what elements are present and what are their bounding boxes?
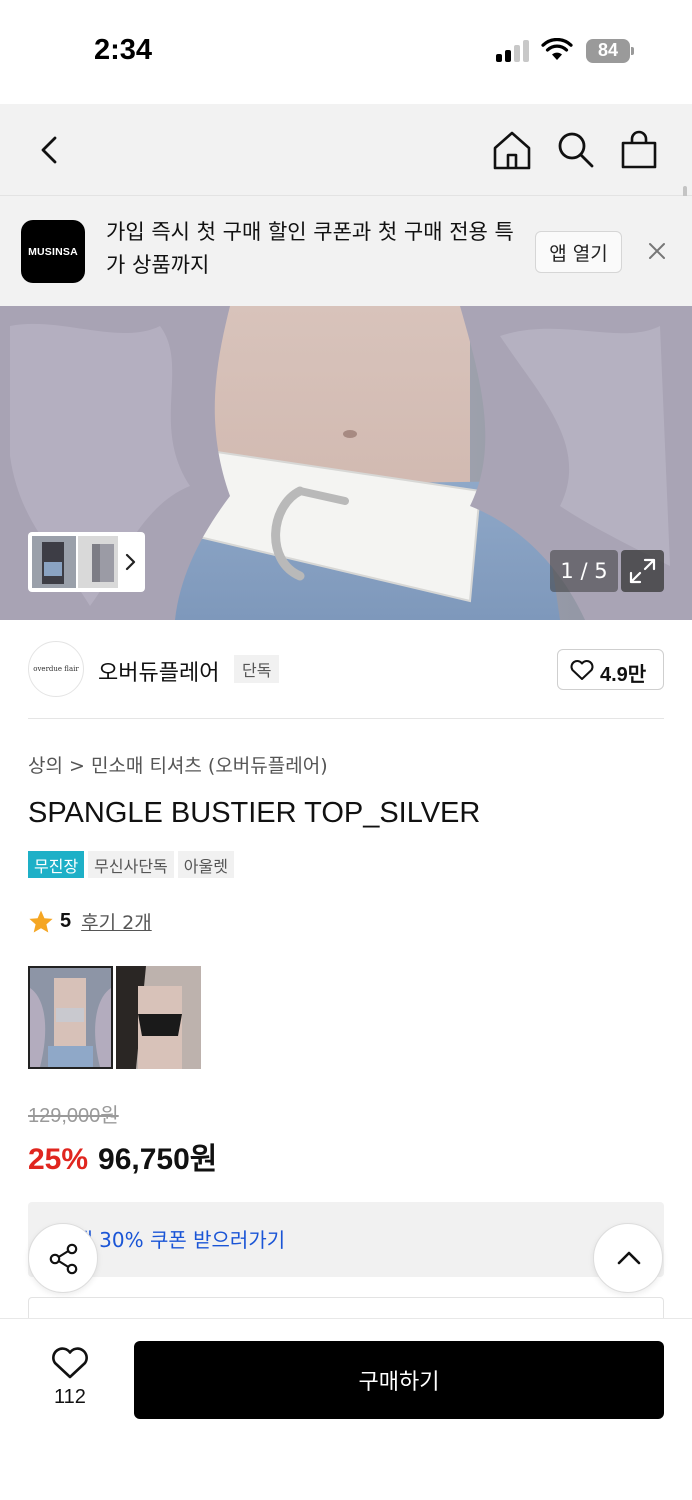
heart-icon — [570, 660, 594, 680]
review-photo — [116, 966, 201, 1069]
close-icon[interactable] — [644, 238, 670, 264]
chevron-up-icon — [617, 1251, 641, 1265]
chevron-left-icon[interactable] — [28, 128, 72, 172]
buy-button[interactable]: 구매하기 — [134, 1341, 664, 1419]
product-image-gallery[interactable]: 1 / 5 — [0, 306, 692, 620]
shopping-bag-icon[interactable] — [617, 128, 661, 172]
banner-message: 가입 즉시 첫 구매 할인 쿠폰과 첫 구매 전용 특가 상품까지 — [106, 220, 514, 277]
share-button[interactable] — [28, 1223, 98, 1293]
exclusive-badge: 단독 — [234, 655, 280, 683]
brand-like-count: 4.9만 — [600, 664, 647, 686]
final-price: 96,750원 — [98, 1143, 218, 1176]
battery-level: 84 — [597, 40, 619, 60]
review-link[interactable]: 후기 2개 — [81, 908, 152, 935]
search-icon[interactable] — [553, 128, 597, 172]
status-bar: 2:34 84 — [0, 0, 692, 104]
battery-icon: 84 — [586, 39, 634, 63]
status-time: 2:34 — [94, 34, 153, 66]
product-tags: 무진장 무신사단독 아울렛 — [28, 851, 234, 878]
original-price: 129,000원 — [28, 1105, 119, 1127]
rating-value: 5 — [60, 910, 72, 932]
open-app-button[interactable]: 앱 열기 — [535, 231, 622, 273]
wifi-icon — [541, 38, 573, 60]
share-icon — [49, 1243, 78, 1275]
chevron-right-icon[interactable] — [122, 551, 138, 573]
cellular-signal-icon — [496, 40, 532, 62]
review-photo-thumbnail[interactable] — [116, 966, 201, 1069]
gallery-counter: 1 / 5 — [550, 550, 618, 592]
breadcrumb[interactable]: 상의 > 민소매 티셔츠 (오버듀플레어) — [28, 751, 328, 778]
review-photo — [30, 968, 111, 1067]
review-photo-thumbnail[interactable] — [28, 966, 113, 1069]
tag-mujinjang: 무진장 — [28, 851, 85, 878]
home-icon[interactable] — [490, 128, 534, 172]
scroll-to-top-button[interactable] — [593, 1223, 663, 1293]
divider — [28, 718, 664, 719]
tag-musinsa-exclusive: 무신사단독 — [88, 851, 174, 878]
gallery-thumbnail[interactable] — [78, 536, 118, 588]
heart-icon[interactable] — [50, 1345, 90, 1381]
top-nav-bar — [0, 104, 692, 196]
gallery-thumbnail[interactable] — [32, 536, 76, 588]
gallery-thumbnail-strip[interactable] — [28, 532, 145, 592]
product-title: SPANGLE BUSTIER TOP_SILVER — [28, 797, 481, 829]
brand-logo[interactable]: overdue flair — [28, 641, 84, 697]
app-install-banner: MUSINSA 가입 즉시 첫 구매 할인 쿠폰과 첫 구매 전용 특가 상품까… — [0, 196, 692, 306]
expand-icon[interactable] — [621, 550, 664, 592]
price-row: 25% 96,750원 — [28, 1134, 217, 1178]
product-like-count: 112 — [54, 1386, 86, 1408]
tag-outlet: 아울렛 — [177, 851, 234, 878]
discount-rate: 25% — [28, 1143, 89, 1176]
brand-like-button[interactable]: 4.9만 — [557, 649, 664, 690]
rating-row: 5 후기 2개 — [28, 908, 152, 935]
brand-name[interactable]: 오버듀플레어 — [98, 655, 219, 687]
musinsa-logo: MUSINSA — [21, 220, 85, 283]
star-icon — [29, 910, 53, 932]
